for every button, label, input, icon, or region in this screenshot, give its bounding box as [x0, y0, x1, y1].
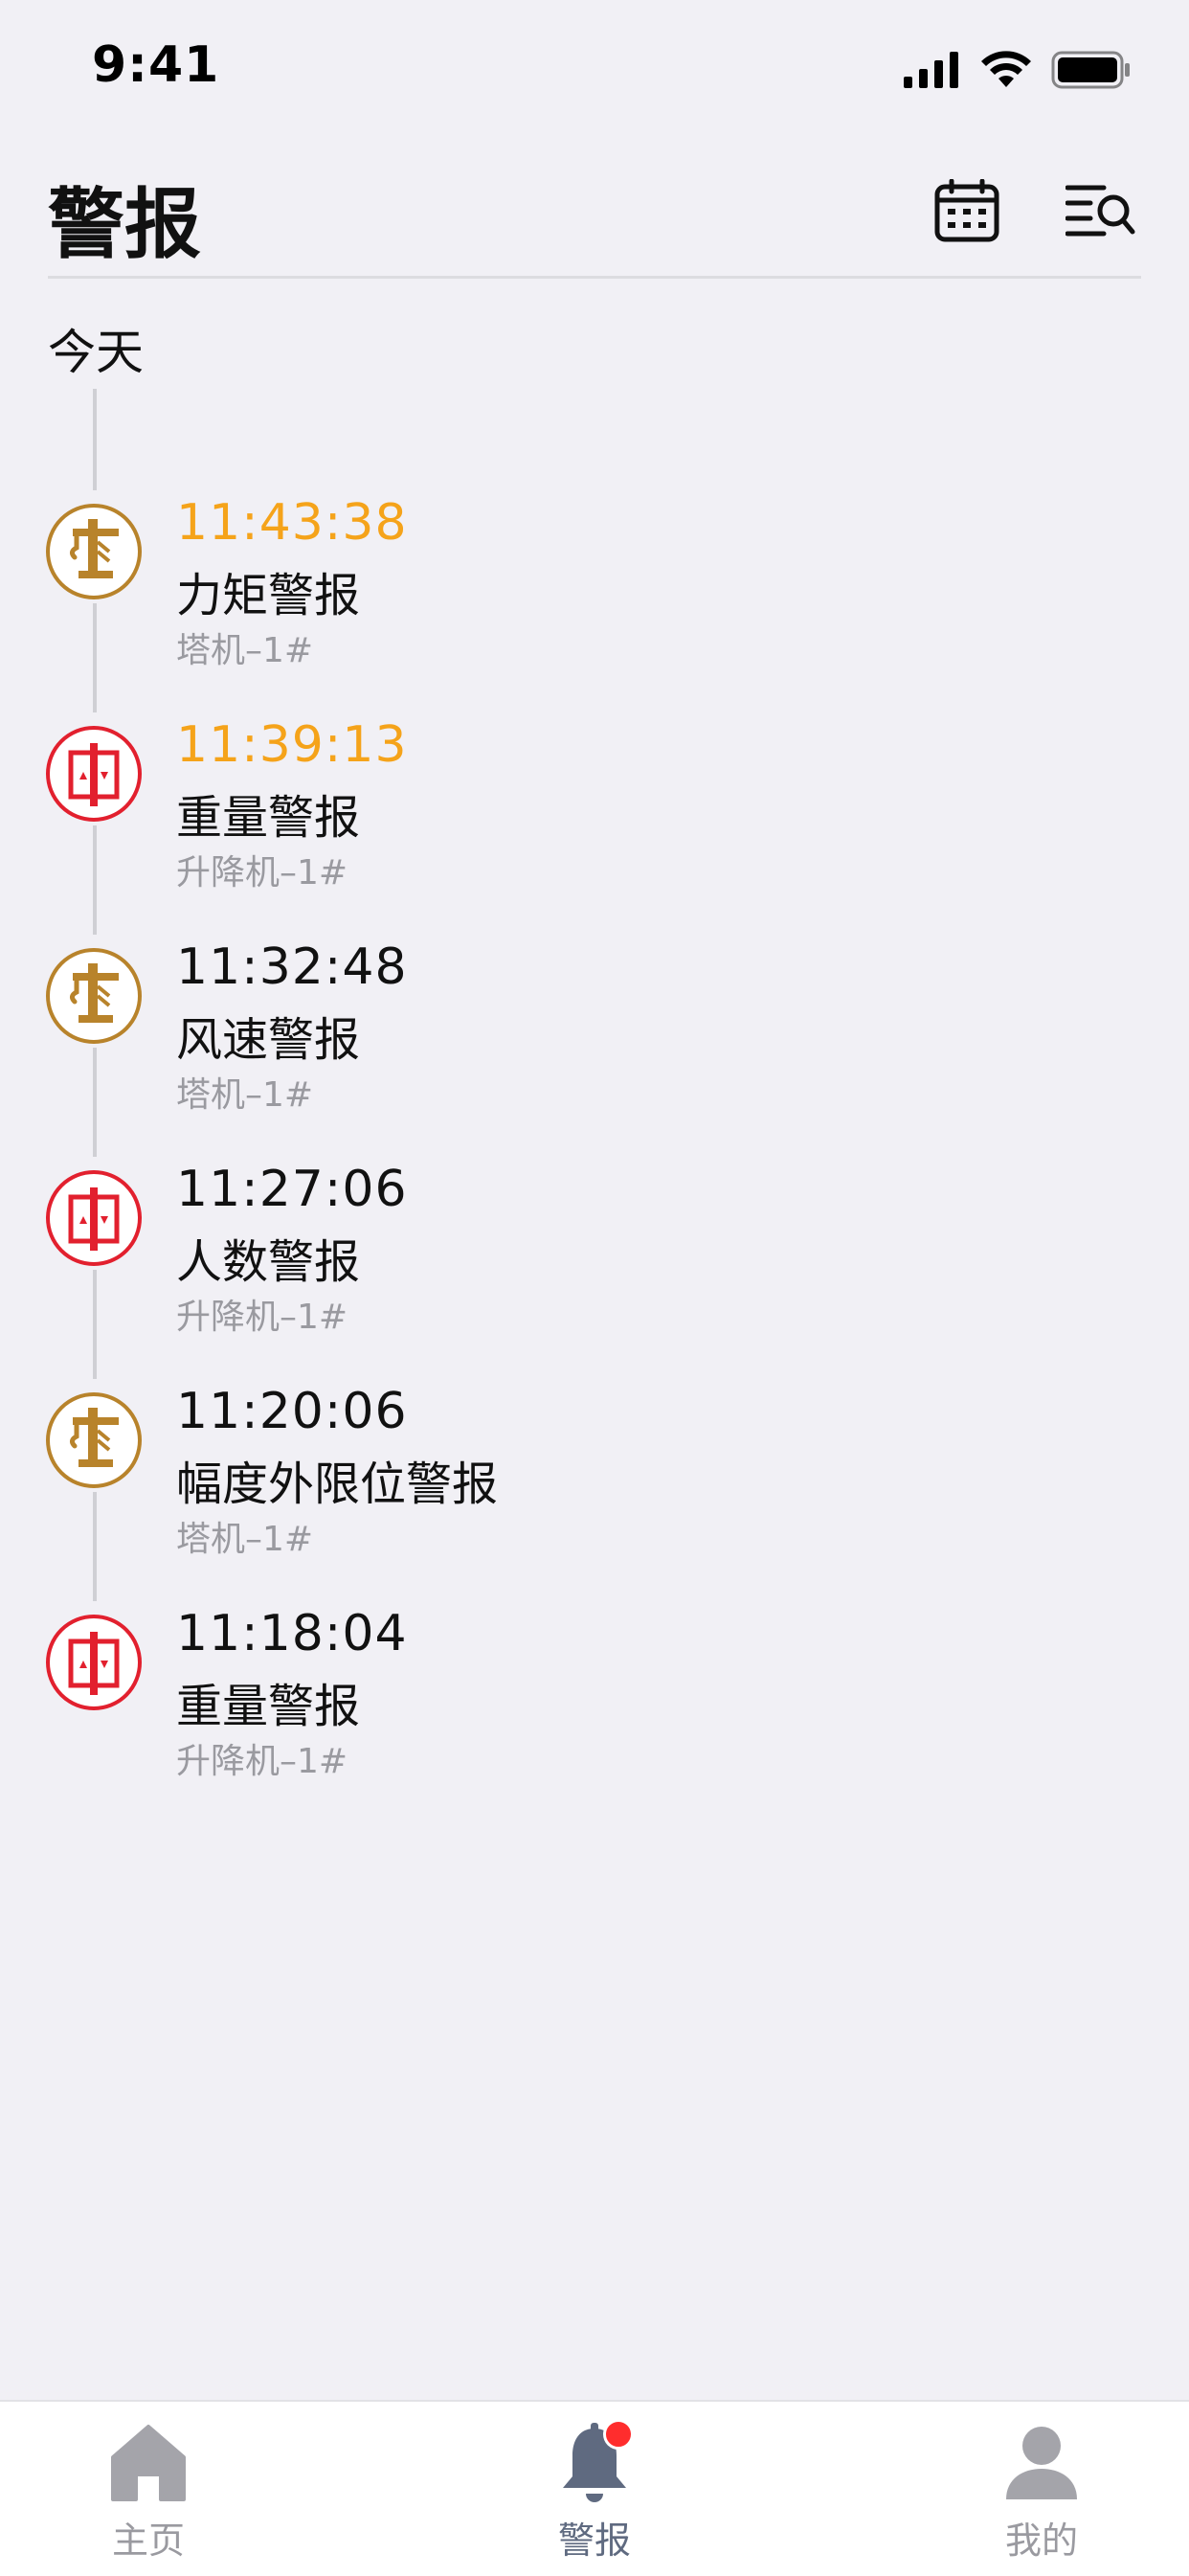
tab-label: 我的: [1004, 2520, 1078, 2562]
hoist-elevator-icon: [46, 1170, 142, 1266]
person-icon: [1006, 2427, 1077, 2499]
alert-time: 11:27:06: [176, 1161, 408, 1218]
alert-time: 11:18:04: [176, 1605, 408, 1662]
alert-time: 11:20:06: [176, 1383, 408, 1440]
alert-type: 重量警报: [176, 791, 361, 845]
hoist-elevator-icon: [46, 1615, 142, 1710]
status-bar: 9:41: [0, 0, 1189, 134]
tab-home[interactable]: 主页: [53, 2419, 244, 2563]
wifi-icon: [981, 51, 1031, 87]
calendar-button[interactable]: [927, 170, 1007, 251]
alert-time: 11:39:13: [176, 716, 408, 774]
alert-device: 升降机–1#: [176, 1742, 348, 1781]
section-label-today: 今天: [48, 325, 144, 380]
alert-device: 塔机–1#: [176, 631, 314, 670]
notification-badge-dot: [603, 2419, 634, 2450]
tab-alerts[interactable]: 警报: [499, 2419, 690, 2563]
tab-label: 警报: [557, 2520, 631, 2562]
page-header: 警报: [48, 153, 1141, 279]
signal-icon: [904, 52, 958, 88]
alert-item[interactable]: 11:43:38 力矩警报 塔机–1#: [46, 494, 1099, 695]
alert-type: 力矩警报: [176, 569, 361, 622]
filter-search-icon: [1066, 185, 1135, 237]
alert-time: 11:43:38: [176, 494, 408, 552]
alert-device: 升降机–1#: [176, 1298, 348, 1337]
alert-item[interactable]: 11:32:48 风速警报 塔机–1#: [46, 938, 1099, 1140]
tab-bar: 主页 警报 我的: [0, 2400, 1189, 2576]
alert-item[interactable]: 11:20:06 幅度外限位警报 塔机–1#: [46, 1383, 1099, 1584]
alert-item[interactable]: 11:27:06 人数警报 升降机–1#: [46, 1161, 1099, 1362]
hoist-elevator-icon: [46, 726, 142, 822]
alert-item[interactable]: 11:39:13 重量警报 升降机–1#: [46, 716, 1099, 917]
calendar-icon: [934, 179, 999, 242]
tower-crane-icon: [46, 948, 142, 1044]
alert-device: 塔机–1#: [176, 1075, 314, 1115]
status-icons: [904, 46, 1132, 94]
alert-item[interactable]: 11:18:04 重量警报 升降机–1#: [46, 1605, 1099, 1806]
alert-type: 重量警报: [176, 1680, 361, 1733]
battery-icon: [1051, 51, 1130, 89]
alert-device: 塔机–1#: [176, 1520, 314, 1559]
alert-type: 风速警报: [176, 1013, 361, 1067]
tower-crane-icon: [46, 1392, 142, 1488]
alert-time: 11:32:48: [176, 938, 408, 996]
tab-mine[interactable]: 我的: [946, 2419, 1137, 2563]
page-title: 警报: [48, 180, 201, 269]
alert-type: 人数警报: [176, 1235, 361, 1289]
status-time: 9:41: [92, 36, 220, 94]
alert-type: 幅度外限位警报: [176, 1457, 499, 1511]
home-icon: [111, 2425, 186, 2501]
tower-crane-icon: [46, 504, 142, 599]
alert-device: 升降机–1#: [176, 853, 348, 893]
timeline-connector: [93, 389, 97, 490]
filter-search-button[interactable]: [1061, 170, 1141, 251]
tab-label: 主页: [111, 2520, 185, 2562]
